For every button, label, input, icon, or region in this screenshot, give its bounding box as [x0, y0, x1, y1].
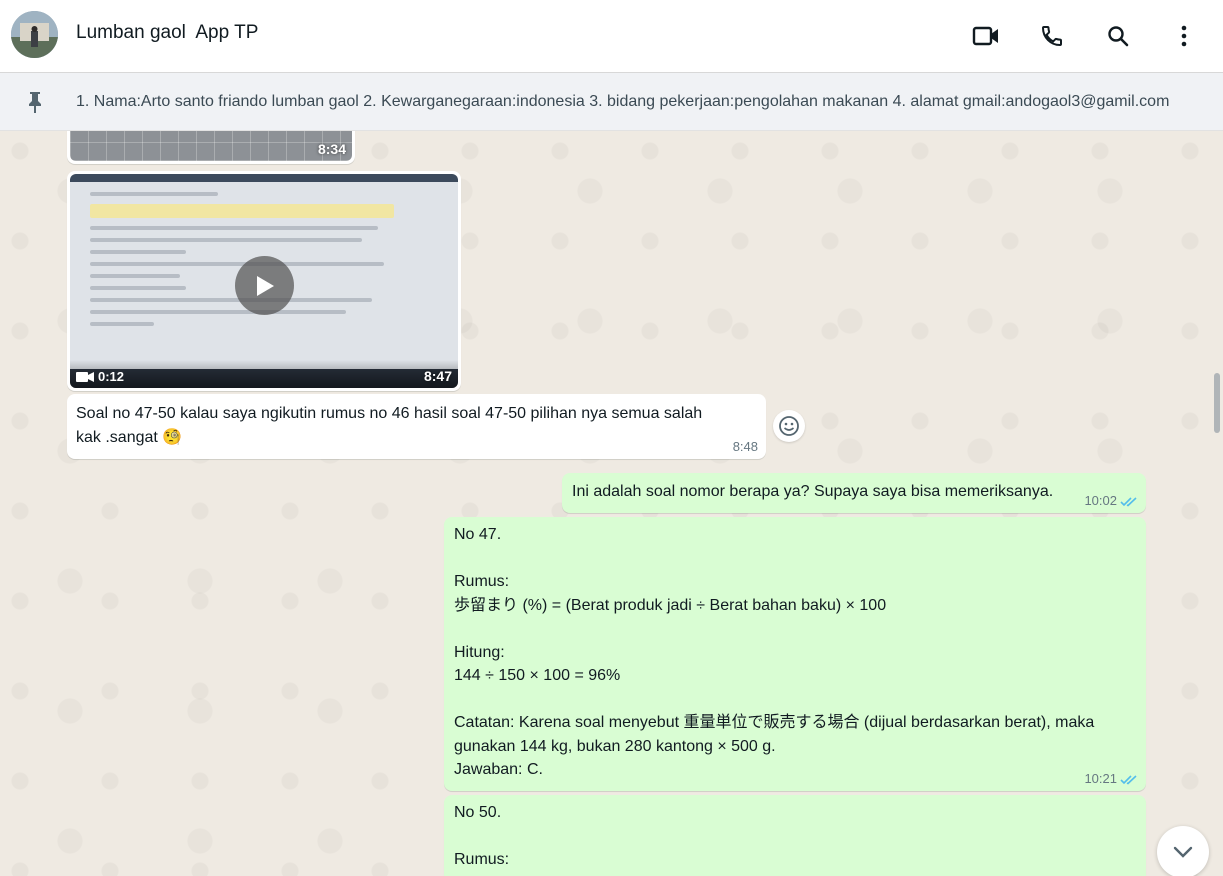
double-check-read-icon [1120, 496, 1137, 506]
scrollbar-thumb[interactable] [1214, 373, 1220, 433]
chat-header: Lumban gaol App TP [0, 0, 1223, 73]
play-button[interactable] [235, 256, 294, 315]
chat-area: 8:34 0:12 8:47 Soal no 47-50 kalau saya … [0, 131, 1223, 876]
avatar[interactable] [11, 11, 58, 58]
pinned-message-bar[interactable]: 1. Nama:Arto santo friando lumban gaol 2… [0, 73, 1223, 131]
message-text: Ini adalah soal nomor berapa ya? Supaya … [572, 483, 1054, 500]
video-call-icon[interactable] [968, 18, 1004, 54]
video-duration: 0:12 [76, 369, 124, 384]
phone-icon[interactable] [1034, 18, 1070, 54]
outgoing-message[interactable]: No 50. Rumus: [444, 795, 1146, 876]
chat-title[interactable]: Lumban gaol App TP [76, 22, 258, 44]
chevron-down-icon [1173, 846, 1193, 858]
video-camera-icon [76, 371, 94, 382]
message-time: 8:48 [732, 439, 758, 454]
more-vert-icon[interactable] [1166, 18, 1202, 54]
message-meta: 10:02 [1084, 494, 1138, 508]
outgoing-message[interactable]: Ini adalah soal nomor berapa ya? Supaya … [562, 473, 1146, 513]
search-icon[interactable] [1100, 18, 1136, 54]
image-thumbnail[interactable]: 8:34 [70, 131, 352, 161]
message-text: Soal no 47-50 kalau saya ngikutin rumus … [76, 405, 703, 446]
pinned-message-text: 1. Nama:Arto santo friando lumban gaol 2… [76, 93, 1170, 110]
image-message[interactable]: 8:34 [67, 131, 355, 164]
smiley-icon [779, 416, 799, 436]
message-meta: 8:48 [733, 440, 758, 454]
outgoing-message[interactable]: No 47. Rumus: 歩留まり (%) = (Berat produk j… [444, 517, 1146, 791]
video-message[interactable]: 0:12 8:47 [67, 171, 461, 391]
message-text: No 50. Rumus: [454, 804, 510, 868]
message-meta: 10:21 [1084, 772, 1138, 786]
video-thumbnail[interactable]: 0:12 8:47 [70, 174, 458, 388]
message-time: 10:02 [1084, 493, 1117, 508]
scroll-to-bottom-button[interactable] [1157, 826, 1209, 876]
emoji-react-button[interactable] [773, 410, 805, 442]
message-time: 8:47 [423, 368, 452, 384]
message-text: No 47. Rumus: 歩留まり (%) = (Berat produk j… [454, 526, 1095, 778]
pin-icon [24, 90, 46, 114]
incoming-message[interactable]: Soal no 47-50 kalau saya ngikutin rumus … [67, 394, 766, 459]
message-time: 8:34 [317, 141, 346, 157]
message-time: 10:21 [1084, 771, 1117, 786]
double-check-read-icon [1120, 774, 1137, 784]
chat-scrollbar[interactable] [1211, 131, 1223, 876]
